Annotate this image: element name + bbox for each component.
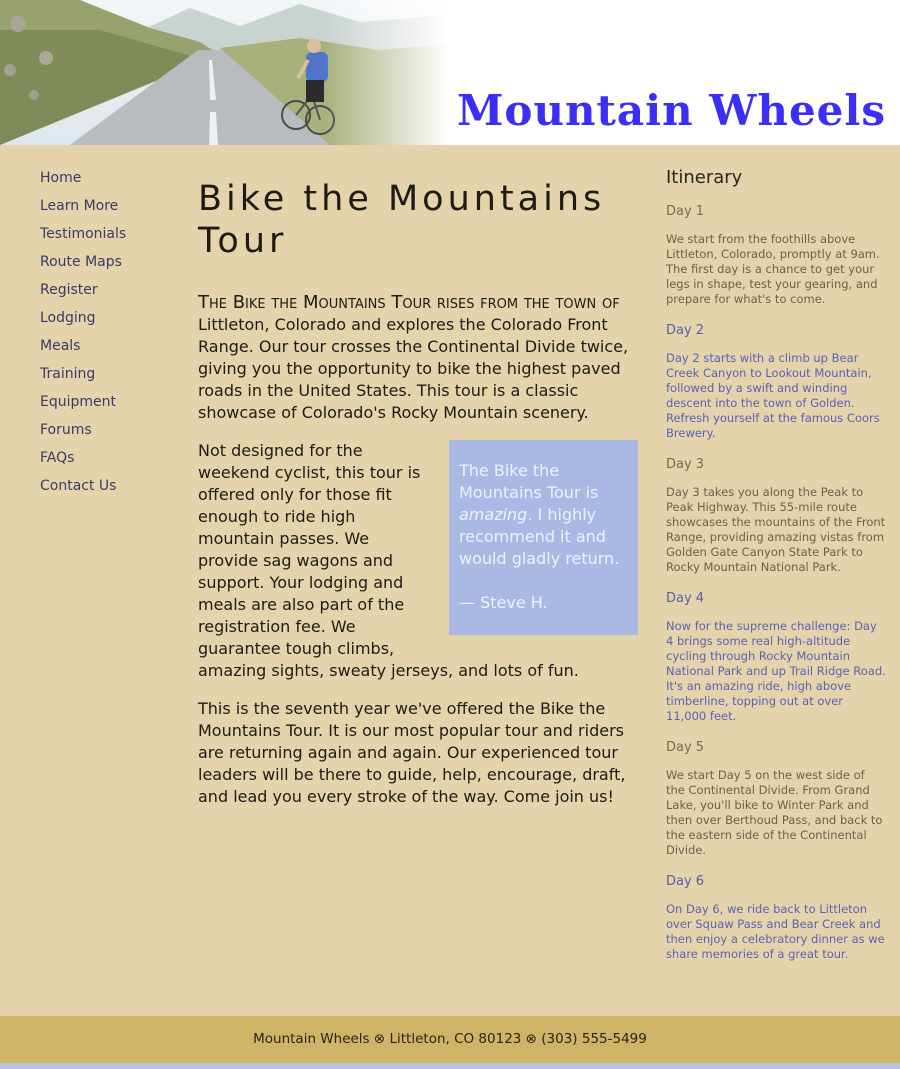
main-nav: Home Learn More Testimonials Route Maps … [40,168,180,504]
site-title: Mountain Wheels [456,86,886,135]
day-description: Now for the supreme challenge: Day 4 bri… [666,619,886,723]
day-description: We start from the foothills above Little… [666,232,880,306]
day-label: Day 6 [666,874,705,889]
itinerary-day: Day 5 We start Day 5 on the west side of… [666,740,886,858]
itinerary-day: Day 4 Now for the supreme challenge: Day… [666,591,886,724]
hero-image [0,0,450,145]
nav-home[interactable]: Home [40,168,180,196]
day-label: Day 3 [666,457,705,472]
day-label: Day 2 [666,323,705,338]
itinerary-day: Day 1 We start from the foothills above … [666,204,886,307]
itinerary-day: Day 3 Day 3 takes you along the Peak to … [666,457,886,575]
day-description: Day 3 takes you along the Peak to Peak H… [666,485,886,574]
nav-register[interactable]: Register [40,280,180,308]
quote-text-before: The Bike the Mountains Tour is [459,461,599,502]
testimonial-quote: The Bike the Mountains Tour is amazing. … [449,440,638,635]
day-description: We start Day 5 on the west side of the C… [666,768,883,857]
nav-learn-more[interactable]: Learn More [40,196,180,224]
main-content: Bike the Mountains Tour The Bike the Mou… [198,178,646,824]
quote-author: — Steve H. [459,593,548,612]
nav-testimonials[interactable]: Testimonials [40,224,180,252]
intro-body: Littleton, Colorado and explores the Col… [198,315,629,422]
itinerary-day: Day 2 Day 2 starts with a climb up Bear … [666,323,886,441]
day-label: Day 4 [666,591,705,606]
body-paragraph-3: This is the seventh year we've offered t… [198,699,626,806]
footer-strip [0,1063,900,1069]
day-label: Day 5 [666,740,705,755]
quote-emphasis: amazing [459,505,528,524]
nav-training[interactable]: Training [40,364,180,392]
day-description: On Day 6, we ride back to Littleton over… [666,902,885,961]
footer-contact-text: Mountain Wheels ⊗ Littleton, CO 80123 ⊗ … [253,1031,647,1047]
itinerary-sidebar: Itinerary Day 1 We start from the foothi… [666,166,886,978]
intro-paragraph: The Bike the Mountains Tour rises from t… [198,292,646,424]
nav-meals[interactable]: Meals [40,336,180,364]
nav-lodging[interactable]: Lodging [40,308,180,336]
nav-route-maps[interactable]: Route Maps [40,252,180,280]
site-header: Mountain Wheels [0,0,900,145]
itinerary-title: Itinerary [666,167,743,188]
itinerary-day: Day 6 On Day 6, we ride back to Littleto… [666,874,886,962]
nav-faqs[interactable]: FAQs [40,448,180,476]
nav-contact-us[interactable]: Contact Us [40,476,180,504]
day-label: Day 1 [666,204,705,219]
day-description: Day 2 starts with a climb up Bear Creek … [666,351,880,440]
nav-equipment[interactable]: Equipment [40,392,180,420]
nav-forums[interactable]: Forums [40,420,180,448]
site-footer: Mountain Wheels ⊗ Littleton, CO 80123 ⊗ … [0,1016,900,1063]
intro-lead: The Bike the Mountains Tour rises from t… [198,292,620,313]
page-title: Bike the Mountains Tour [198,179,606,261]
